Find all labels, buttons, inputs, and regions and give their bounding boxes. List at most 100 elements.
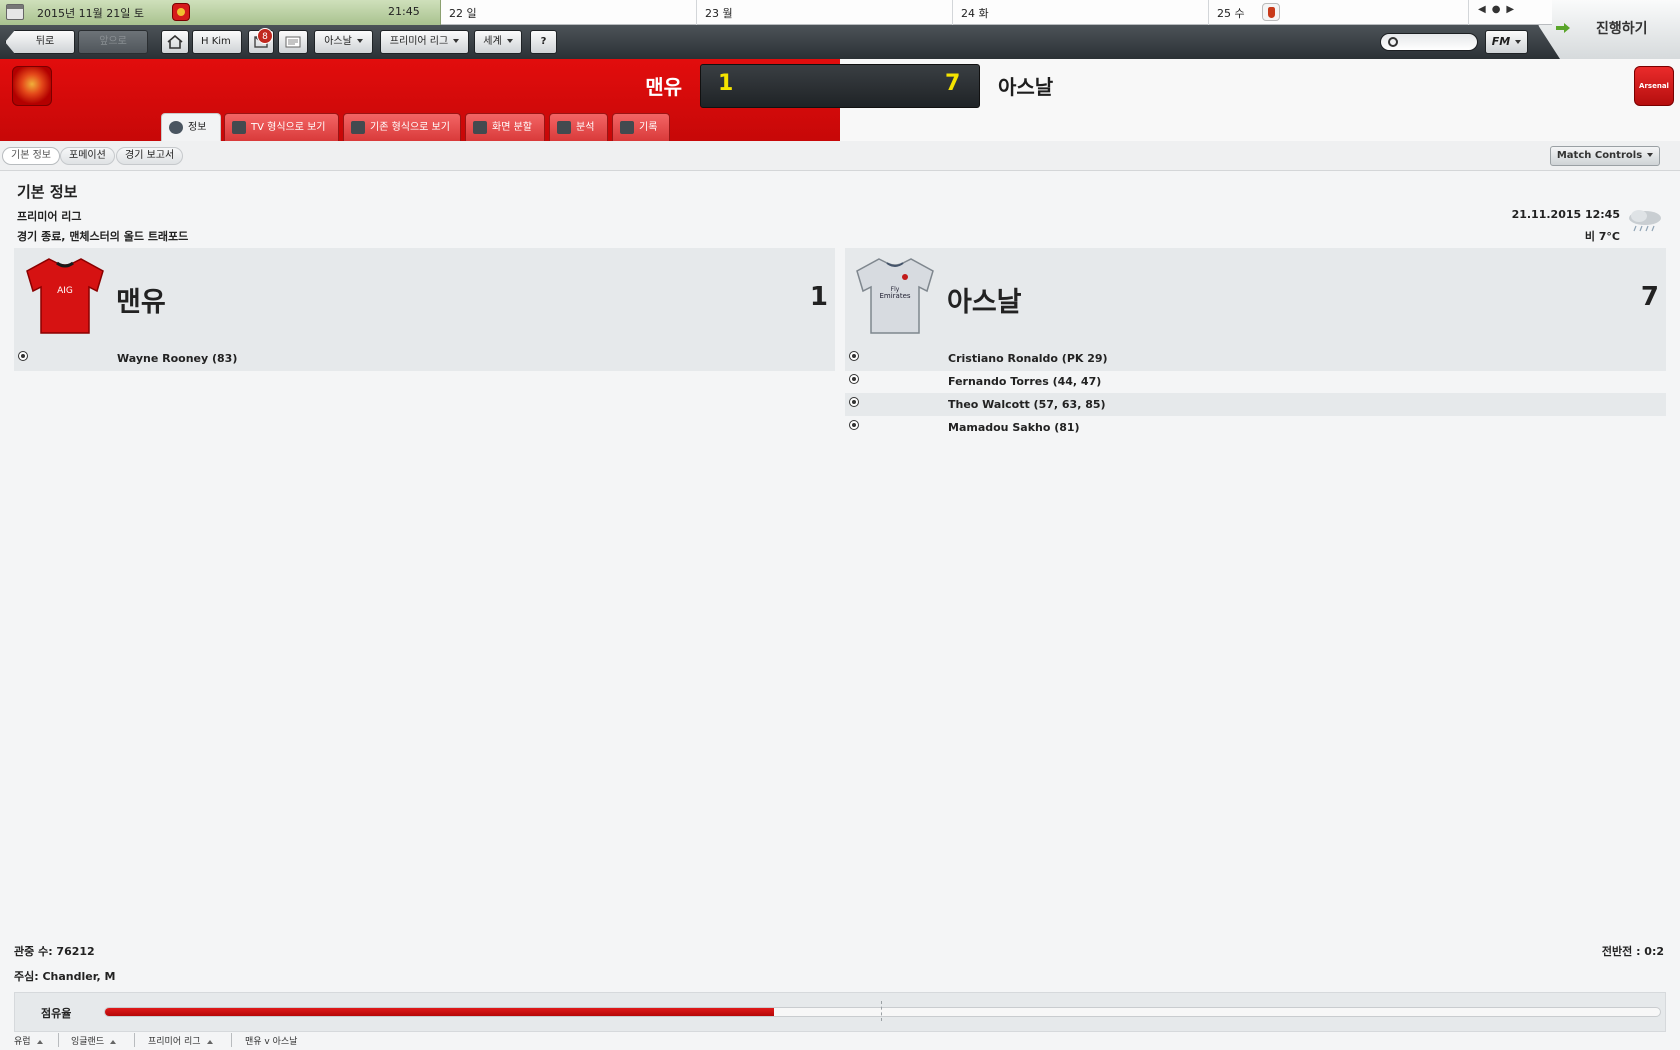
- news-icon: [285, 36, 301, 48]
- home-score: 1: [718, 71, 734, 96]
- chevron-down-icon: [1515, 40, 1522, 44]
- chevron-down-icon: [1647, 153, 1654, 157]
- goal-scorer[interactable]: Theo Walcott (57, 63, 85): [948, 393, 1106, 416]
- calendar-day-25[interactable]: 25 수: [1209, 0, 1469, 25]
- back-button[interactable]: 뒤로: [5, 30, 75, 54]
- league-label: 프리미어 리그: [389, 36, 449, 47]
- match-datetime: 21.11.2015 12:45: [1511, 208, 1620, 221]
- calendar-day-22[interactable]: 22 일: [441, 0, 697, 25]
- match-controls-button[interactable]: Match Controls: [1550, 146, 1660, 166]
- help-button[interactable]: ?: [530, 30, 557, 54]
- inbox-count-badge: 8: [257, 28, 273, 44]
- tab-label: TV 형식으로 보기: [251, 122, 326, 133]
- world-menu-button[interactable]: 세계: [474, 30, 522, 54]
- pitch-icon: [351, 121, 365, 134]
- world-label: 세계: [483, 36, 502, 47]
- ball-icon: [18, 351, 28, 361]
- current-date: 2015년 11월 21일 토: [37, 7, 144, 20]
- calendar-nav[interactable]: ◀●▶: [1478, 4, 1538, 20]
- subtab-basic-info[interactable]: 기본 정보: [2, 147, 60, 165]
- calendar-day-24[interactable]: 24 화: [953, 0, 1209, 25]
- goal-row: Wayne Rooney (83): [14, 347, 835, 370]
- breadcrumb-divider: [231, 1033, 232, 1047]
- goal-row: Mamadou Sakho (81): [845, 416, 1666, 439]
- away-team-name[interactable]: 아스날: [998, 71, 1053, 100]
- club-label: 아스날: [324, 36, 352, 47]
- breadcrumb-match[interactable]: 맨유 v 아스날: [245, 1034, 297, 1047]
- tab-classic-view[interactable]: 기존 형식으로 보기: [343, 113, 461, 141]
- forward-button[interactable]: 앞으로: [78, 30, 148, 54]
- chevron-down-icon: [506, 39, 513, 43]
- home-panel-score: 1: [809, 282, 828, 312]
- goal-scorer[interactable]: Cristiano Ronaldo (PK 29): [948, 347, 1108, 370]
- fixture-club-badge-icon[interactable]: [1262, 3, 1280, 21]
- breadcrumb-england[interactable]: 잉글랜드: [71, 1034, 117, 1047]
- attendance: 관중 수: 76212: [14, 945, 95, 958]
- svg-text:AIG: AIG: [57, 286, 73, 296]
- home-panel-team-name[interactable]: 맨유: [116, 280, 166, 319]
- possession-bar: [104, 1007, 1661, 1017]
- breadcrumb-divider: [134, 1033, 135, 1047]
- possession-label: 점유율: [41, 1007, 72, 1020]
- current-time: 21:45: [388, 5, 420, 18]
- tab-tv-view[interactable]: TV 형식으로 보기: [224, 113, 339, 141]
- referee[interactable]: 주심: Chandler, M: [14, 968, 116, 984]
- chevron-up-icon: [206, 1039, 213, 1044]
- tab-split-view[interactable]: 화면 분할: [465, 113, 545, 141]
- goal-row: Theo Walcott (57, 63, 85): [845, 393, 1666, 416]
- away-kit-shirt-icon: Fly Emirates: [856, 258, 934, 334]
- tab-analysis[interactable]: 분석: [549, 113, 608, 141]
- tab-label: 기록: [639, 122, 658, 133]
- away-score: 7: [945, 71, 961, 96]
- tab-label: 정보: [188, 122, 207, 133]
- breadcrumb-premier-league[interactable]: 프리미어 리그: [148, 1034, 213, 1047]
- subtab-formation[interactable]: 포메이션: [60, 147, 115, 165]
- competition-name[interactable]: 프리미어 리그: [17, 208, 82, 224]
- manager-label: H Kim: [201, 36, 231, 47]
- info-icon: [169, 121, 183, 134]
- goal-scorer[interactable]: Wayne Rooney (83): [117, 347, 237, 370]
- scoreboard: [700, 64, 980, 108]
- section-title: 기본 정보: [17, 183, 78, 201]
- breadcrumb-divider: [58, 1033, 59, 1047]
- chevron-down-icon: [453, 39, 460, 43]
- home-button[interactable]: [161, 30, 189, 54]
- match-club-badge-icon: [172, 3, 190, 21]
- tab-stats[interactable]: 기록: [612, 113, 670, 141]
- goal-scorer[interactable]: Mamadou Sakho (81): [948, 416, 1080, 439]
- home-kit-shirt-icon: AIG: [26, 258, 104, 334]
- chevron-up-icon: [36, 1039, 43, 1044]
- home-club-badge-icon[interactable]: [12, 66, 52, 106]
- club-menu-button[interactable]: 아스날: [314, 30, 373, 54]
- news-button[interactable]: [278, 30, 308, 54]
- fm-menu-button[interactable]: FM: [1485, 30, 1528, 54]
- ball-icon: [849, 397, 859, 407]
- match-status: 경기 종료, 맨체스터의 올드 트래포드: [17, 230, 189, 243]
- possession-bar-home-fill: [105, 1008, 774, 1016]
- subtab-match-report[interactable]: 경기 보고서: [116, 147, 184, 165]
- chevron-up-icon: [110, 1039, 117, 1044]
- home-team-name[interactable]: 맨유: [640, 71, 682, 100]
- continue-label: 진행하기: [1596, 21, 1648, 37]
- league-menu-button[interactable]: 프리미어 리그: [380, 30, 469, 54]
- ball-icon: [849, 420, 859, 430]
- manager-menu-button[interactable]: H Kim: [192, 30, 242, 65]
- breadcrumb-europe[interactable]: 유럽: [14, 1034, 43, 1047]
- halftime-score: 전반전 : 0:2: [1601, 945, 1664, 958]
- away-panel-team-name[interactable]: 아스날: [947, 280, 1022, 319]
- svg-text:Emirates: Emirates: [879, 292, 910, 300]
- subtab-bar: [0, 141, 1680, 171]
- search-icon: [1388, 37, 1398, 47]
- calendar-icon[interactable]: [6, 4, 24, 20]
- split-screen-icon: [473, 121, 487, 134]
- continue-arrow-icon: [1556, 23, 1570, 33]
- goal-scorer[interactable]: Fernando Torres (44, 47): [948, 370, 1101, 393]
- match-controls-label: Match Controls: [1556, 150, 1643, 161]
- bar-chart-icon: [620, 121, 634, 134]
- ball-icon: [849, 351, 859, 361]
- breadcrumb-label: 유럽: [14, 1037, 31, 1047]
- away-club-badge-icon[interactable]: Arsenal: [1634, 66, 1674, 106]
- calendar-day-23[interactable]: 23 월: [697, 0, 953, 25]
- breadcrumb-label: 프리미어 리그: [148, 1037, 201, 1047]
- tab-info[interactable]: 정보: [161, 113, 221, 142]
